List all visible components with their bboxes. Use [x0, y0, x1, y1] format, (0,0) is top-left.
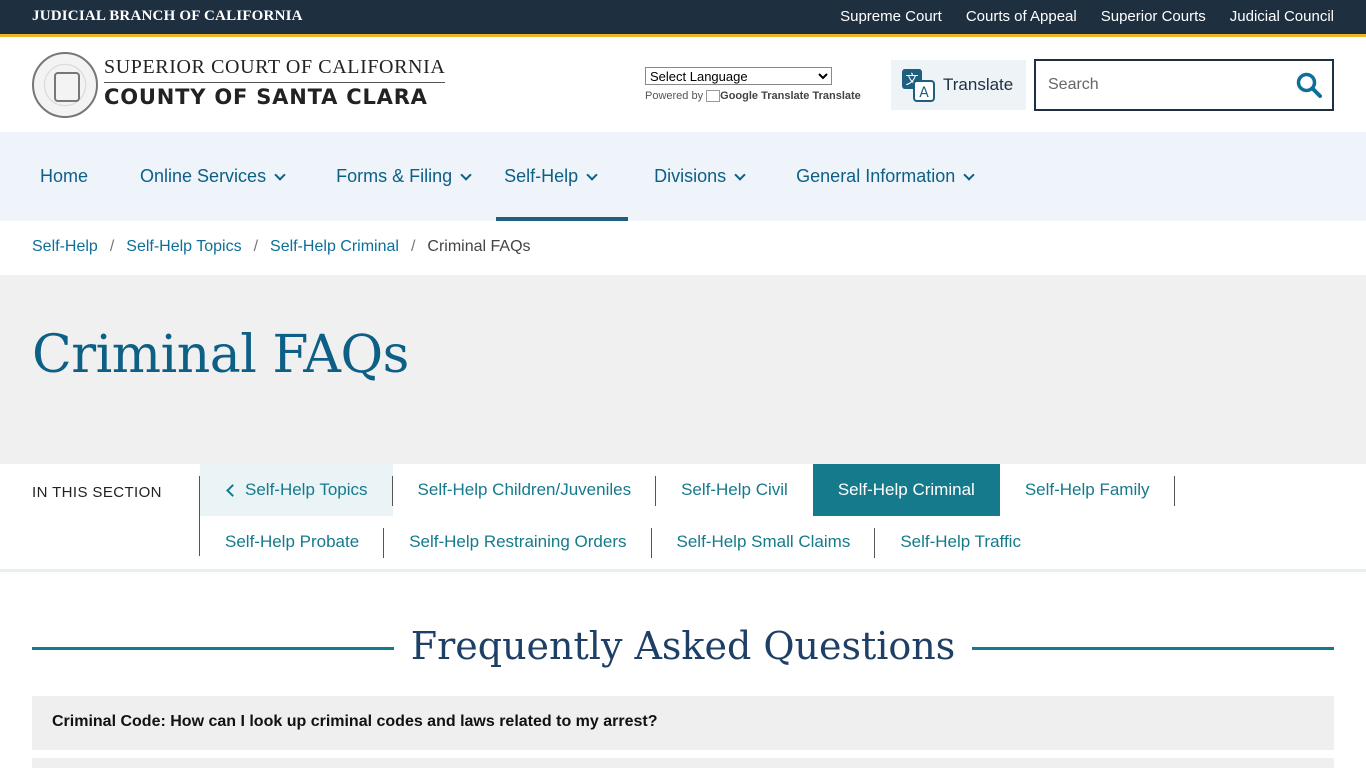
judicial-branch-brand[interactable]: JUDICIAL BRANCH OF CALIFORNIA [32, 8, 303, 25]
translate-icon: 文 A [902, 69, 935, 102]
nav-item-label: Forms & Filing [336, 166, 453, 186]
breadcrumb-self-help[interactable]: Self-Help [32, 238, 98, 256]
powered-by-text: Powered by Google Translate Translate [645, 90, 861, 103]
court-seal-icon[interactable] [32, 52, 98, 118]
nav-item-forms-filing[interactable]: Forms & Filing [310, 132, 496, 221]
main-nav-list: Home Online Services Forms & Filing Self… [32, 132, 999, 221]
top-bar: JUDICIAL BRANCH OF CALIFORNIA Supreme Co… [0, 0, 1366, 37]
section-nav-item-label: Self-Help Restraining Orders [409, 532, 627, 551]
breadcrumb: Self-Help / Self-Help Topics / Self-Help… [32, 238, 531, 256]
nav-item-home[interactable]: Home [32, 132, 114, 221]
top-link-superior-courts[interactable]: Superior Courts [1101, 8, 1206, 25]
search-box [1034, 59, 1334, 111]
section-nav-item-label: Self-Help Criminal [837, 480, 975, 499]
faq-accordion-item[interactable] [32, 758, 1334, 768]
translate-button-label: Translate [943, 75, 1014, 94]
court-name-line1: SUPERIOR COURT OF CALIFORNIA [104, 56, 446, 83]
page-hero: Criminal FAQs [0, 275, 1366, 464]
section-nav-family[interactable]: Self-Help Family [1000, 464, 1175, 516]
nav-item-divisions[interactable]: Divisions [628, 132, 770, 221]
section-navigation: IN THIS SECTION Self-Help Topics Self-He… [0, 464, 1366, 572]
faq-heading-wrap: Frequently Asked Questions [32, 624, 1334, 672]
faq-accordion-item[interactable]: Criminal Code: How can I look up crimina… [32, 696, 1334, 750]
top-link-supreme-court[interactable]: Supreme Court [840, 8, 942, 25]
section-nav-probate[interactable]: Self-Help Probate [200, 516, 385, 568]
chevron-down-icon [460, 168, 472, 181]
chevron-down-icon [274, 168, 286, 181]
top-link-courts-of-appeal[interactable]: Courts of Appeal [966, 8, 1077, 25]
nav-item-label: Self-Help [504, 166, 579, 186]
nav-item-label: Divisions [654, 166, 727, 186]
section-nav-item-label: Self-Help Civil [681, 480, 788, 499]
breadcrumb-separator: / [253, 238, 259, 255]
top-link-judicial-council[interactable]: Judicial Council [1230, 8, 1334, 25]
court-logo-text[interactable]: SUPERIOR COURT OF CALIFORNIA COUNTY OF S… [104, 56, 446, 109]
nav-item-online-services[interactable]: Online Services [114, 132, 310, 221]
faq-heading: Frequently Asked Questions [410, 624, 956, 668]
section-nav-item-label: Self-Help Small Claims [676, 532, 851, 551]
section-nav-restraining-orders[interactable]: Self-Help Restraining Orders [384, 516, 652, 568]
language-select[interactable]: Select Language [645, 67, 832, 85]
main-navigation: Home Online Services Forms & Filing Self… [0, 132, 1366, 221]
section-nav-item-label: Self-Help Children/Juveniles [417, 480, 632, 499]
svg-text:A: A [919, 85, 929, 101]
google-logo-icon [706, 90, 721, 103]
translate-link[interactable]: Translate [812, 90, 860, 102]
court-name-line2: COUNTY OF SANTA CLARA [104, 85, 428, 109]
breadcrumb-self-help-topics[interactable]: Self-Help Topics [126, 238, 241, 256]
nav-item-self-help[interactable]: Self-Help [496, 132, 629, 221]
section-nav-item-label: Self-Help Traffic [900, 532, 1021, 551]
breadcrumb-current: Criminal FAQs [427, 238, 531, 255]
breadcrumb-self-help-criminal[interactable]: Self-Help Criminal [270, 238, 399, 256]
section-nav-children-juveniles[interactable]: Self-Help Children/Juveniles [393, 464, 657, 516]
section-nav-civil[interactable]: Self-Help Civil [656, 464, 813, 516]
nav-item-label: Online Services [140, 166, 267, 186]
section-nav-small-claims[interactable]: Self-Help Small Claims [652, 516, 876, 568]
section-nav-item-label: Self-Help Probate [225, 532, 360, 551]
faq-question: Criminal Code: How can I look up crimina… [52, 713, 658, 730]
chevron-down-icon [734, 168, 746, 181]
search-icon[interactable] [1296, 72, 1322, 98]
powered-by-label: Powered by [645, 90, 704, 102]
breadcrumb-separator: / [410, 238, 416, 255]
search-input[interactable] [1048, 71, 1288, 99]
google-translate-widget: Select Language Powered by Google Transl… [645, 67, 861, 103]
section-nav-row-2: Self-Help Probate Self-Help Restraining … [200, 516, 1046, 568]
nav-item-label: Home [40, 166, 89, 186]
breadcrumb-separator: / [109, 238, 115, 255]
top-links: Supreme Court Courts of Appeal Superior … [840, 8, 1334, 25]
nav-item-label: General Information [796, 166, 956, 186]
section-nav-item-label: Self-Help Family [1024, 480, 1150, 499]
site-header: SUPERIOR COURT OF CALIFORNIA COUNTY OF S… [0, 40, 1366, 132]
section-nav-criminal[interactable]: Self-Help Criminal [812, 464, 1000, 516]
section-nav-traffic[interactable]: Self-Help Traffic [875, 516, 1046, 568]
translate-button[interactable]: 文 A Translate [891, 60, 1026, 110]
google-translate-label: Google Translate [720, 90, 810, 102]
section-nav-label: IN THIS SECTION [32, 484, 162, 501]
chevron-down-icon [963, 168, 975, 181]
section-nav-back-self-help-topics[interactable]: Self-Help Topics [200, 464, 393, 516]
faq-heading-rule-right [972, 647, 1334, 650]
nav-item-general-information[interactable]: General Information [770, 132, 999, 221]
chevron-left-icon [226, 483, 239, 497]
section-nav-row-1: Self-Help Topics Self-Help Children/Juve… [200, 464, 1175, 516]
section-nav-back-label: Self-Help Topics [245, 480, 368, 499]
page-title: Criminal FAQs [32, 325, 409, 385]
chevron-down-icon [586, 168, 598, 181]
